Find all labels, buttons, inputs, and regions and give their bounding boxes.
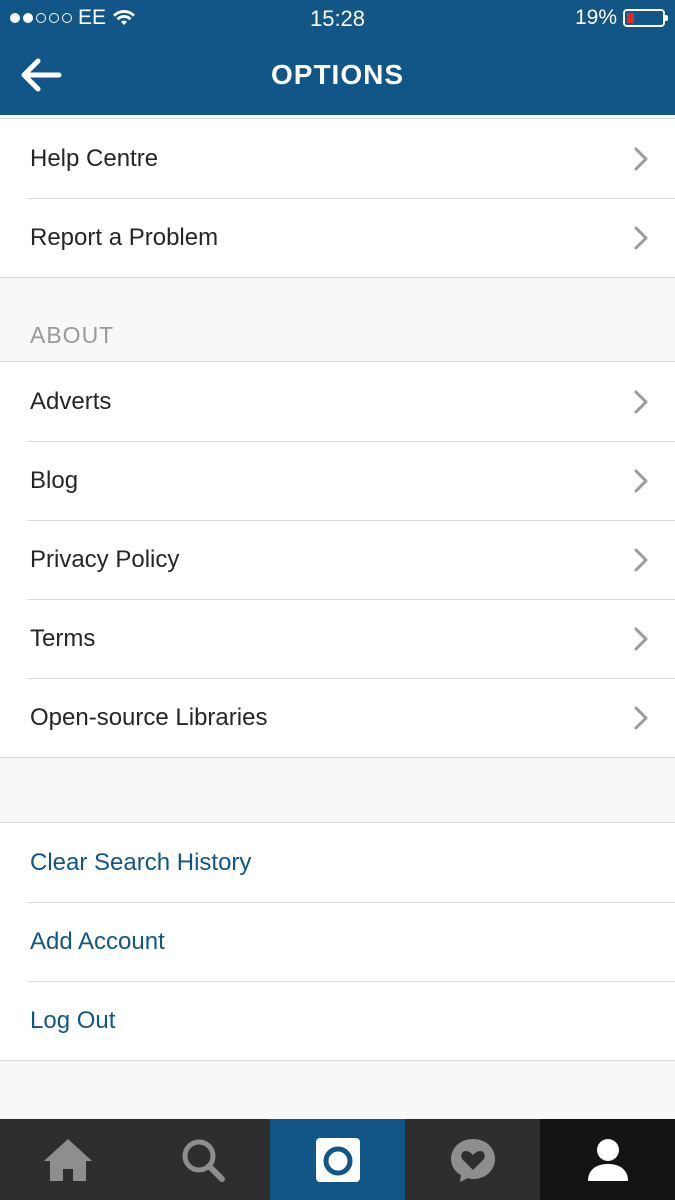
open-source-libraries-item[interactable]: Open-source Libraries xyxy=(0,678,675,757)
about-section-heading: ABOUT xyxy=(30,322,115,348)
status-bar: EE 15:28 19% xyxy=(0,0,675,37)
list-item-label: Terms xyxy=(30,624,96,652)
home-icon xyxy=(43,1138,92,1181)
add-account-button[interactable]: Add Account xyxy=(0,902,675,981)
chevron-right-icon xyxy=(634,469,648,493)
page-title: OPTIONS xyxy=(270,59,404,90)
list-item-label: Report a Problem xyxy=(30,223,219,251)
terms-item[interactable]: Terms xyxy=(0,599,675,678)
list-item-label: Help Centre xyxy=(30,144,159,172)
chevron-right-icon xyxy=(634,548,648,572)
tab-camera[interactable] xyxy=(270,1119,405,1200)
camera-icon xyxy=(315,1137,360,1182)
clock: 15:28 xyxy=(309,6,366,31)
list-item-label: Adverts xyxy=(30,387,112,415)
tab-profile[interactable] xyxy=(540,1119,675,1200)
tab-search[interactable] xyxy=(135,1119,270,1200)
chevron-right-icon xyxy=(634,226,648,250)
profile-icon xyxy=(587,1138,628,1181)
tab-activity[interactable] xyxy=(405,1119,540,1200)
list-item-label: Log Out xyxy=(30,1006,116,1034)
list-item-label: Privacy Policy xyxy=(30,545,180,573)
nav-header: OPTIONS xyxy=(0,37,675,115)
about-section: Adverts Blog Privacy Policy Terms Open-s… xyxy=(0,361,675,758)
log-out-button[interactable]: Log Out xyxy=(0,981,675,1060)
adverts-item[interactable]: Adverts xyxy=(0,362,675,441)
tab-home[interactable] xyxy=(0,1119,135,1200)
list-item-label: Blog xyxy=(30,466,79,494)
report-problem-item[interactable]: Report a Problem xyxy=(0,198,675,277)
help-centre-item[interactable]: Help Centre xyxy=(0,119,675,198)
list-item-label: Open-source Libraries xyxy=(30,703,268,731)
privacy-policy-item[interactable]: Privacy Policy xyxy=(0,520,675,599)
activity-heart-icon xyxy=(450,1138,495,1182)
search-icon xyxy=(182,1139,225,1182)
blog-item[interactable]: Blog xyxy=(0,441,675,520)
battery-percent: 19% xyxy=(574,6,617,29)
chevron-right-icon xyxy=(634,390,648,414)
chevron-right-icon xyxy=(634,627,648,651)
clear-search-history-button[interactable]: Clear Search History xyxy=(0,823,675,902)
account-actions-section: Clear Search History Add Account Log Out xyxy=(0,822,675,1061)
list-item-label: Clear Search History xyxy=(30,848,252,876)
support-section: Help Centre Report a Problem xyxy=(0,118,675,278)
bottom-tab-bar xyxy=(0,1119,675,1200)
chevron-right-icon xyxy=(634,147,648,171)
battery-icon xyxy=(623,9,668,27)
list-item-label: Add Account xyxy=(30,927,165,955)
chevron-right-icon xyxy=(634,706,648,730)
